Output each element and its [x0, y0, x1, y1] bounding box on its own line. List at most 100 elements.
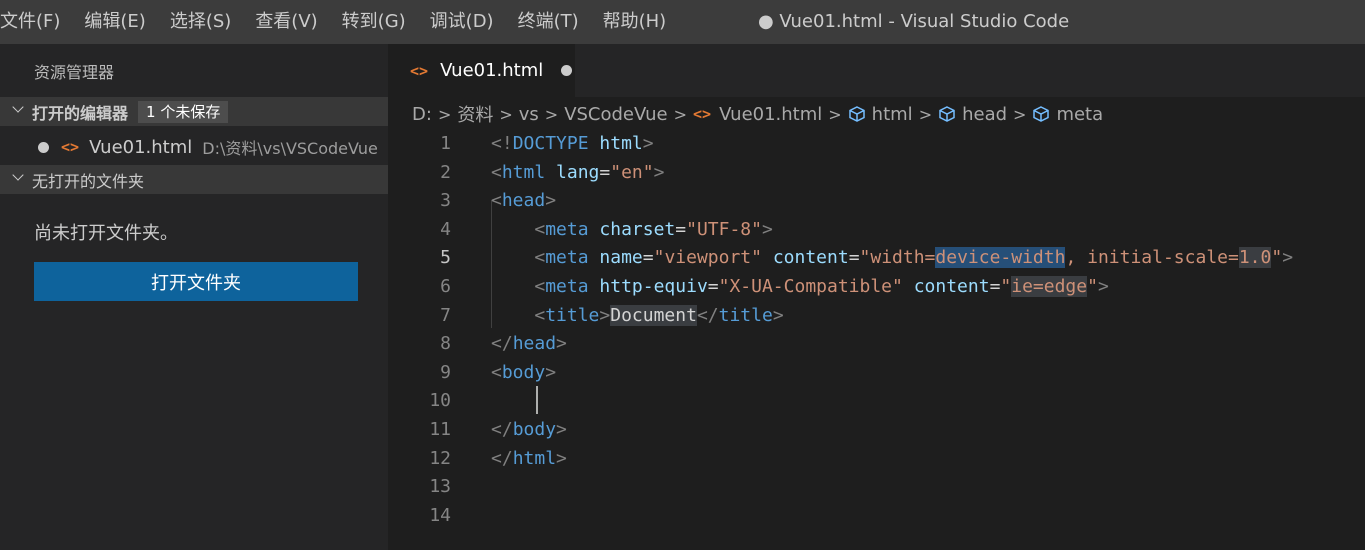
code-token: >: [653, 161, 665, 183]
code-line[interactable]: 4 <meta charset="UTF-8">: [388, 216, 1365, 244]
breadcrumb-file[interactable]: Vue01.html: [719, 104, 822, 125]
code-line[interactable]: 2 <html lang="en">: [388, 159, 1365, 187]
code-token: body: [512, 419, 557, 440]
menu-view[interactable]: 查看(V): [243, 0, 329, 44]
code-token: name: [599, 247, 643, 269]
code-line[interactable]: 1 <!DOCTYPE html>: [388, 130, 1365, 158]
code-token: >: [556, 419, 567, 440]
line-number: 8: [440, 333, 451, 355]
code-token: , initial-scale=: [1065, 247, 1239, 269]
code-token: <: [534, 218, 546, 240]
code-token: =: [707, 276, 719, 297]
code-line[interactable]: 7 <title>Document</title>: [388, 302, 1365, 330]
code-line[interactable]: 5 <meta name="viewport" content="width=d…: [388, 244, 1365, 272]
code-text: <!DOCTYPE html>: [491, 130, 654, 158]
code-token: <!: [491, 133, 513, 154]
open-editors-header[interactable]: 打开的编辑器 1 个未保存: [0, 97, 388, 126]
code-token: http-equiv: [599, 276, 708, 297]
line-number: 13: [429, 476, 451, 498]
tab-vue01-html[interactable]: <> Vue01.html: [388, 44, 575, 97]
menu-edit[interactable]: 编辑(E): [72, 0, 157, 44]
code-token: >: [1282, 247, 1294, 269]
title-bar: 文件(F) 编辑(E) 选择(S) 查看(V) 转到(G) 调试(D) 终端(T…: [0, 0, 1365, 44]
line-number: 14: [429, 504, 451, 526]
menu-selection[interactable]: 选择(S): [158, 0, 243, 44]
line-number: 11: [429, 419, 451, 440]
code-line[interactable]: 6 <meta http-equiv="X-UA-Compatible" con…: [388, 273, 1365, 301]
breadcrumb: D: > 资料 > vs > VSCodeVue > <> Vue01.html…: [412, 100, 1103, 128]
breadcrumb-drive[interactable]: D:: [412, 104, 432, 125]
open-editor-file-name: Vue01.html: [89, 136, 193, 158]
code-line[interactable]: 8 </head>: [388, 330, 1365, 358]
code-text: <body>: [491, 359, 556, 387]
open-editors-label: 打开的编辑器: [32, 103, 129, 123]
breadcrumb-html[interactable]: html: [872, 104, 913, 125]
code-line[interactable]: 12 </html>: [388, 445, 1365, 473]
open-editor-item[interactable]: <> Vue01.html D:\资料\vs\VSCodeVue: [0, 133, 388, 161]
code-line[interactable]: 10: [388, 387, 1365, 415]
code-token: charset: [599, 218, 676, 240]
code-line[interactable]: 3 <head>: [388, 187, 1365, 215]
code-token: "viewport": [653, 247, 762, 269]
chevron-right-icon: >: [918, 104, 933, 124]
unsaved-dot-icon[interactable]: [38, 141, 49, 153]
chevron-down-icon: [12, 103, 24, 115]
code-text: </html>: [491, 445, 567, 473]
no-folder-label: 无打开的文件夹: [32, 171, 145, 191]
code-text: <head>: [491, 187, 556, 215]
breadcrumb-folder-vs[interactable]: vs: [519, 104, 539, 125]
no-folder-header[interactable]: 无打开的文件夹: [0, 165, 388, 194]
code-line[interactable]: 14: [388, 502, 1365, 530]
no-folder-message: 尚未打开文件夹。: [34, 223, 178, 244]
breadcrumb-head[interactable]: head: [962, 104, 1007, 125]
chevron-right-icon: >: [1013, 104, 1027, 124]
code-token: meta: [545, 218, 589, 240]
menu-terminal[interactable]: 终端(T): [506, 0, 591, 44]
breadcrumb-folder-ziliao[interactable]: 资料: [457, 101, 493, 127]
chevron-right-icon: >: [499, 104, 513, 124]
code-token: body: [501, 361, 546, 383]
code-text: </head>: [491, 330, 567, 358]
line-number: 4: [440, 218, 451, 240]
code-text: <html lang="en">: [491, 159, 664, 187]
menu-help[interactable]: 帮助(H): [591, 0, 679, 44]
explorer-title: 资源管理器: [34, 63, 115, 82]
code-token: Document: [610, 304, 697, 326]
code-token: ": [1271, 247, 1283, 269]
code-line[interactable]: 13: [388, 473, 1365, 501]
code-token: DOCTYPE: [512, 133, 589, 154]
menu-debug[interactable]: 调试(D): [418, 0, 506, 44]
html-file-icon: <>: [61, 138, 80, 156]
code-token: <: [534, 247, 546, 269]
cube-symbol-icon: [939, 106, 955, 122]
code-token: >: [545, 190, 557, 212]
menu-go[interactable]: 转到(G): [330, 0, 418, 44]
code-editor[interactable]: 1 <!DOCTYPE html> 2 <html lang="en"> 3 <head>…: [388, 130, 1365, 550]
unsaved-dot-icon[interactable]: [561, 65, 573, 76]
breadcrumb-meta[interactable]: meta: [1056, 104, 1103, 125]
menu-file[interactable]: 文件(F): [0, 0, 72, 44]
breadcrumb-folder-vscodevue[interactable]: VSCodeVue: [564, 104, 667, 125]
code-text: <meta http-equiv="X-UA-Compatible" conte…: [491, 273, 1109, 301]
code-token: head: [512, 333, 557, 355]
code-text: <meta charset="UTF-8">: [491, 216, 772, 244]
line-number: 7: [440, 304, 451, 326]
code-line[interactable]: 9 <body>: [388, 359, 1365, 387]
cube-symbol-icon: [848, 106, 865, 122]
code-token: >: [556, 333, 567, 355]
line-number: 5: [440, 247, 451, 269]
html-file-icon: <>: [410, 61, 429, 80]
chevron-right-icon: >: [437, 104, 452, 124]
line-number: 10: [429, 390, 451, 412]
open-folder-button[interactable]: 打开文件夹: [34, 262, 358, 301]
code-line[interactable]: 11 </body>: [388, 416, 1365, 444]
code-token: =: [599, 161, 611, 183]
line-number: 3: [440, 190, 451, 212]
